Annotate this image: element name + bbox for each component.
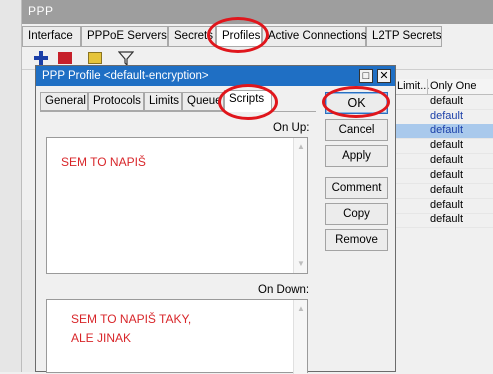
tab-pppoe-servers[interactable]: PPPoE Servers <box>81 26 168 47</box>
remove-button[interactable]: Remove <box>325 229 388 251</box>
copy-button[interactable]: Copy <box>325 203 388 225</box>
dialog-title: PPP Profile <default-encryption> <box>42 70 209 82</box>
only-one-cell: default <box>430 124 464 136</box>
tab-protocols[interactable]: Protocols <box>88 92 144 111</box>
remove-icon[interactable] <box>58 52 72 64</box>
only-one-cell: default <box>430 169 464 181</box>
tab-queue[interactable]: Queue <box>182 92 224 111</box>
on-down-script-text: SEM TO NAPIŠ TAKY, ALE JINAK <box>71 312 192 345</box>
window-title: PPP <box>28 4 54 18</box>
on-down-label: On Down: <box>258 284 310 296</box>
tab-secrets[interactable]: Secrets <box>168 26 216 47</box>
close-icon[interactable]: ✕ <box>377 69 391 83</box>
apply-button[interactable]: Apply <box>325 145 388 167</box>
on-up-label: On Up: <box>273 122 310 134</box>
tab-general[interactable]: General <box>40 92 88 111</box>
tab-limits[interactable]: Limits <box>144 92 182 111</box>
maximize-icon[interactable]: □ <box>359 69 373 83</box>
on-down-scrollbar[interactable]: ▲ <box>293 300 307 374</box>
only-one-cell: default <box>430 139 464 151</box>
ok-button[interactable]: OK <box>325 92 388 114</box>
column-limit[interactable]: Limit... <box>397 80 429 92</box>
on-up-scrollbar[interactable]: ▲ ▼ <box>293 138 307 273</box>
cancel-button[interactable]: Cancel <box>325 119 388 141</box>
comment-icon[interactable] <box>88 52 102 64</box>
dialog-titlebar[interactable]: PPP Profile <default-encryption> □ ✕ <box>36 66 395 86</box>
list-column-header: Limit... Only One <box>396 79 493 95</box>
only-one-cell: default <box>430 184 464 196</box>
on-up-script-field[interactable]: SEM TO NAPIŠ ▲ ▼ <box>46 137 308 274</box>
ppp-titlebar: PPP <box>22 0 493 24</box>
tab-interface[interactable]: Interface <box>22 26 81 47</box>
list-edge <box>22 220 35 372</box>
tab-l2tp-secrets[interactable]: L2TP Secrets <box>366 26 442 47</box>
only-one-cell: default <box>430 95 464 107</box>
tab-active-connections[interactable]: Active Connections <box>262 26 366 47</box>
on-down-script-field[interactable]: SEM TO NAPIŠ TAKY, ALE JINAK ▲ <box>46 299 308 374</box>
ppp-profile-dialog: PPP Profile <default-encryption> □ ✕ Gen… <box>35 65 396 374</box>
only-one-cell: default <box>430 110 464 122</box>
column-divider <box>427 79 428 94</box>
scroll-down-icon[interactable]: ▼ <box>296 259 306 269</box>
filter-icon[interactable] <box>117 50 135 67</box>
tab-scripts[interactable]: Scripts <box>224 90 272 112</box>
only-one-cell: default <box>430 213 464 225</box>
left-strip <box>0 0 22 372</box>
tab-profiles[interactable]: Profiles <box>216 26 262 47</box>
only-one-cell: default <box>430 199 464 211</box>
only-one-cell: default <box>430 154 464 166</box>
column-only-one[interactable]: Only One <box>430 80 476 92</box>
comment-button[interactable]: Comment <box>325 177 388 199</box>
scroll-up-icon[interactable]: ▲ <box>296 142 306 152</box>
add-icon[interactable] <box>34 50 48 66</box>
on-up-script-text: SEM TO NAPIŠ <box>61 155 146 169</box>
scroll-up-icon[interactable]: ▲ <box>296 304 306 314</box>
